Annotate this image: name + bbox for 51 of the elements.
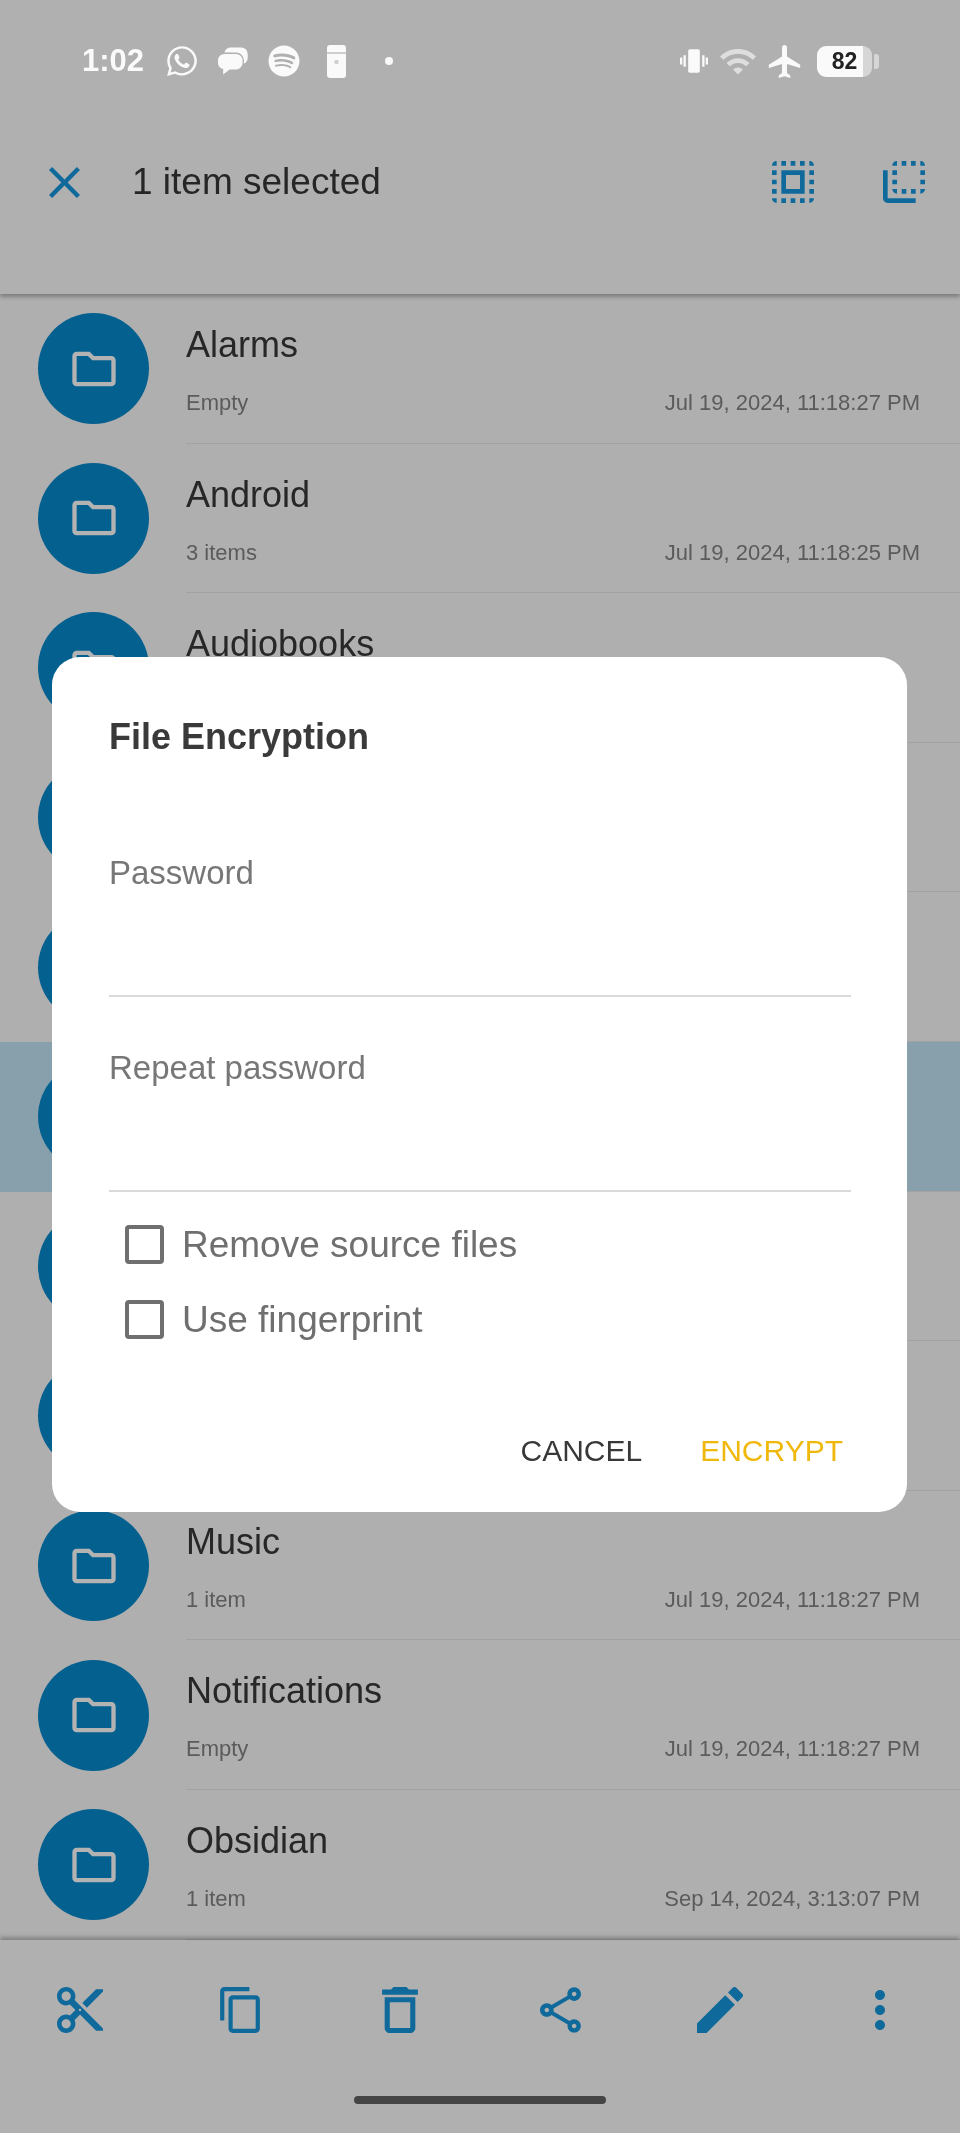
phone-device-icon — [327, 44, 347, 78]
checkbox-label: Use fingerprint — [182, 1297, 423, 1342]
folder-name: Music — [186, 1519, 281, 1564]
selection-title: 1 item selected — [132, 160, 382, 204]
folder-name: Notifications — [186, 1669, 384, 1714]
folder-name: Obsidian — [186, 1818, 330, 1863]
vibrate-icon — [680, 49, 708, 73]
password-field[interactable]: Password — [109, 853, 851, 997]
folder-row[interactable]: Obsidian 1 item Sep 14, 2024, 3:13:07 PM — [0, 1789, 960, 1940]
copy-icon — [220, 1986, 260, 2033]
more-button[interactable] — [875, 1989, 885, 2030]
more-vertical-icon — [875, 1989, 885, 2030]
item-count: Empty — [186, 1735, 249, 1764]
cut-button[interactable] — [57, 1986, 103, 2033]
item-count: 1 item — [186, 1585, 246, 1614]
copy-button[interactable] — [220, 1986, 260, 2033]
folder-row[interactable]: Notifications Empty Jul 19, 2024, 11:18:27 PM — [0, 1640, 960, 1790]
chat-phone-icon — [165, 44, 200, 78]
modified-date: Jul 19, 2024, 11:18:27 PM — [664, 1735, 920, 1764]
pencil-icon — [697, 1986, 743, 2033]
item-count: 1 item — [186, 1884, 246, 1913]
checkbox-label: Remove source files — [182, 1222, 518, 1267]
folder-name: Alarms — [186, 323, 299, 367]
battery-indicator: 82 — [817, 45, 879, 77]
rename-button[interactable] — [697, 1986, 743, 2033]
modified-date: Sep 14, 2024, 3:13:07 PM — [664, 1884, 920, 1913]
checkbox[interactable] — [125, 1225, 164, 1264]
cancel-button[interactable]: CANCEL — [504, 1421, 659, 1481]
close-icon — [49, 166, 80, 198]
password-field[interactable]: Repeat password — [109, 1048, 851, 1192]
modified-date: Jul 19, 2024, 11:18:27 PM — [664, 389, 920, 417]
folder-name: Android — [186, 472, 312, 517]
modified-date: Jul 19, 2024, 11:18:27 PM — [664, 1585, 920, 1614]
share-icon — [539, 1986, 581, 2033]
wifi-icon — [720, 46, 756, 76]
airplane-icon — [768, 44, 801, 78]
folder-row[interactable]: Alarms Empty Jul 19, 2024, 11:18:27 PM — [0, 294, 960, 444]
dot-icon — [385, 57, 394, 65]
folder-name: Audiobooks — [186, 622, 376, 667]
dialog-title: File Encryption — [109, 715, 371, 759]
item-count: 3 items — [186, 538, 257, 567]
chat-bubbles-icon — [218, 46, 250, 76]
share-button[interactable] — [539, 1986, 581, 2033]
trash-icon — [382, 1986, 418, 2033]
checkbox[interactable] — [125, 1300, 164, 1339]
item-count: Empty — [186, 389, 249, 417]
delete-button[interactable] — [382, 1986, 418, 2033]
folder-row[interactable]: Android 3 items Jul 19, 2024, 11:18:25 PM — [0, 443, 960, 594]
scissors-icon — [57, 1986, 103, 2033]
modified-date: Jul 19, 2024, 11:18:25 PM — [664, 538, 920, 567]
status-time: 1:02 — [82, 43, 145, 79]
